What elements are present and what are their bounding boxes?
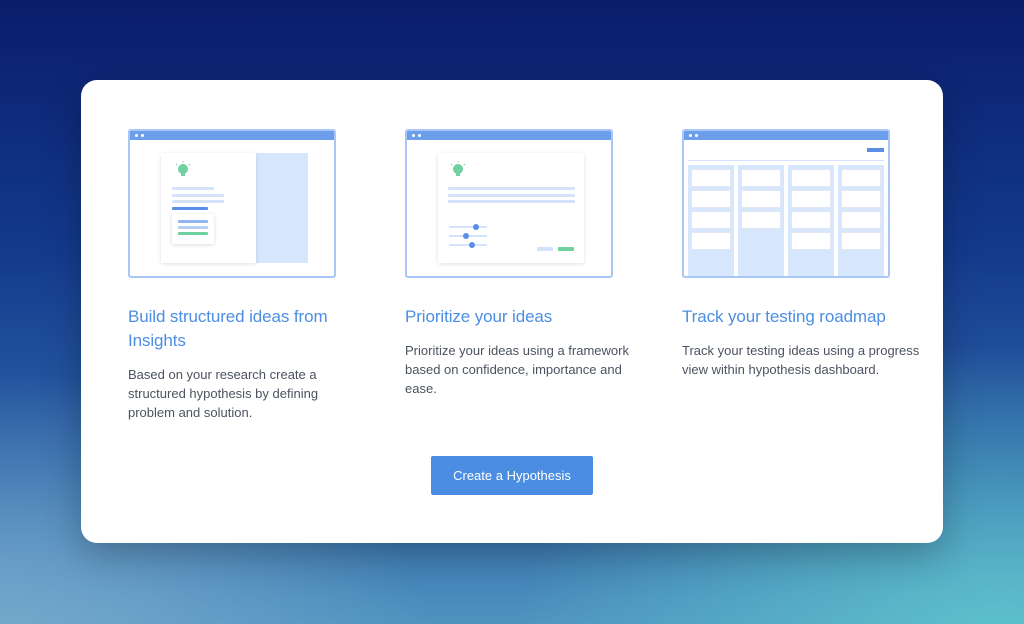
text-line [448,200,575,203]
divider [688,160,884,161]
text-line [448,187,575,190]
slider-track [449,244,487,246]
text-line [448,194,575,197]
board-card [841,211,881,229]
popover-card [172,214,214,244]
board-card [691,190,731,208]
lightbulb-icon [450,161,466,176]
feature-description: Prioritize your ideas using a framework … [405,343,629,396]
board-card [691,211,731,229]
board-card [691,232,731,250]
slider-knob [469,242,475,248]
board-card [841,169,881,187]
feature-title: Prioritize your ideas [405,307,553,326]
board-card [741,211,781,229]
roadmap-illustration [682,129,890,278]
header-button [867,148,884,152]
board-column [688,165,734,276]
board-column [838,165,884,276]
board-card [791,232,831,250]
text-line [172,200,224,203]
text-line [172,194,224,197]
text-line [172,187,214,190]
text-line [178,226,208,229]
window-titlebar [407,131,611,140]
slider-knob [463,233,469,239]
feature-title: Track your testing roadmap [682,307,886,326]
window-titlebar [130,131,334,140]
board-card [841,232,881,250]
prioritize-illustration [405,129,613,278]
structured-idea-illustration [128,129,336,278]
slider-track [449,226,487,228]
board-card [791,211,831,229]
feature-prioritize: Prioritize your ideas Prioritize your id… [405,129,645,398]
board-card [741,169,781,187]
create-hypothesis-button[interactable]: Create a Hypothesis [431,456,593,495]
side-panel [256,153,308,263]
text-line-highlight [172,207,208,210]
board-column [738,165,784,276]
board-card [791,190,831,208]
text-line-green [178,232,208,235]
board-column [788,165,834,276]
feature-title: Build structured ideas from Insights [128,307,328,350]
text-line [178,220,208,223]
lightbulb-icon [175,161,191,176]
board-card [841,190,881,208]
window-titlebar [684,131,888,140]
slider-knob [473,224,479,230]
board-card [741,190,781,208]
board-card [791,169,831,187]
feature-description: Track your testing ideas using a progres… [682,343,920,377]
cancel-chip [537,247,553,251]
board-card [691,169,731,187]
feature-roadmap: Track your testing roadmap Track your te… [682,129,922,379]
confirm-chip [558,247,574,251]
onboarding-card: Build structured ideas from Insights Bas… [81,80,943,543]
feature-description: Based on your research create a structur… [128,367,319,420]
feature-structured-ideas: Build structured ideas from Insights Bas… [128,129,368,422]
